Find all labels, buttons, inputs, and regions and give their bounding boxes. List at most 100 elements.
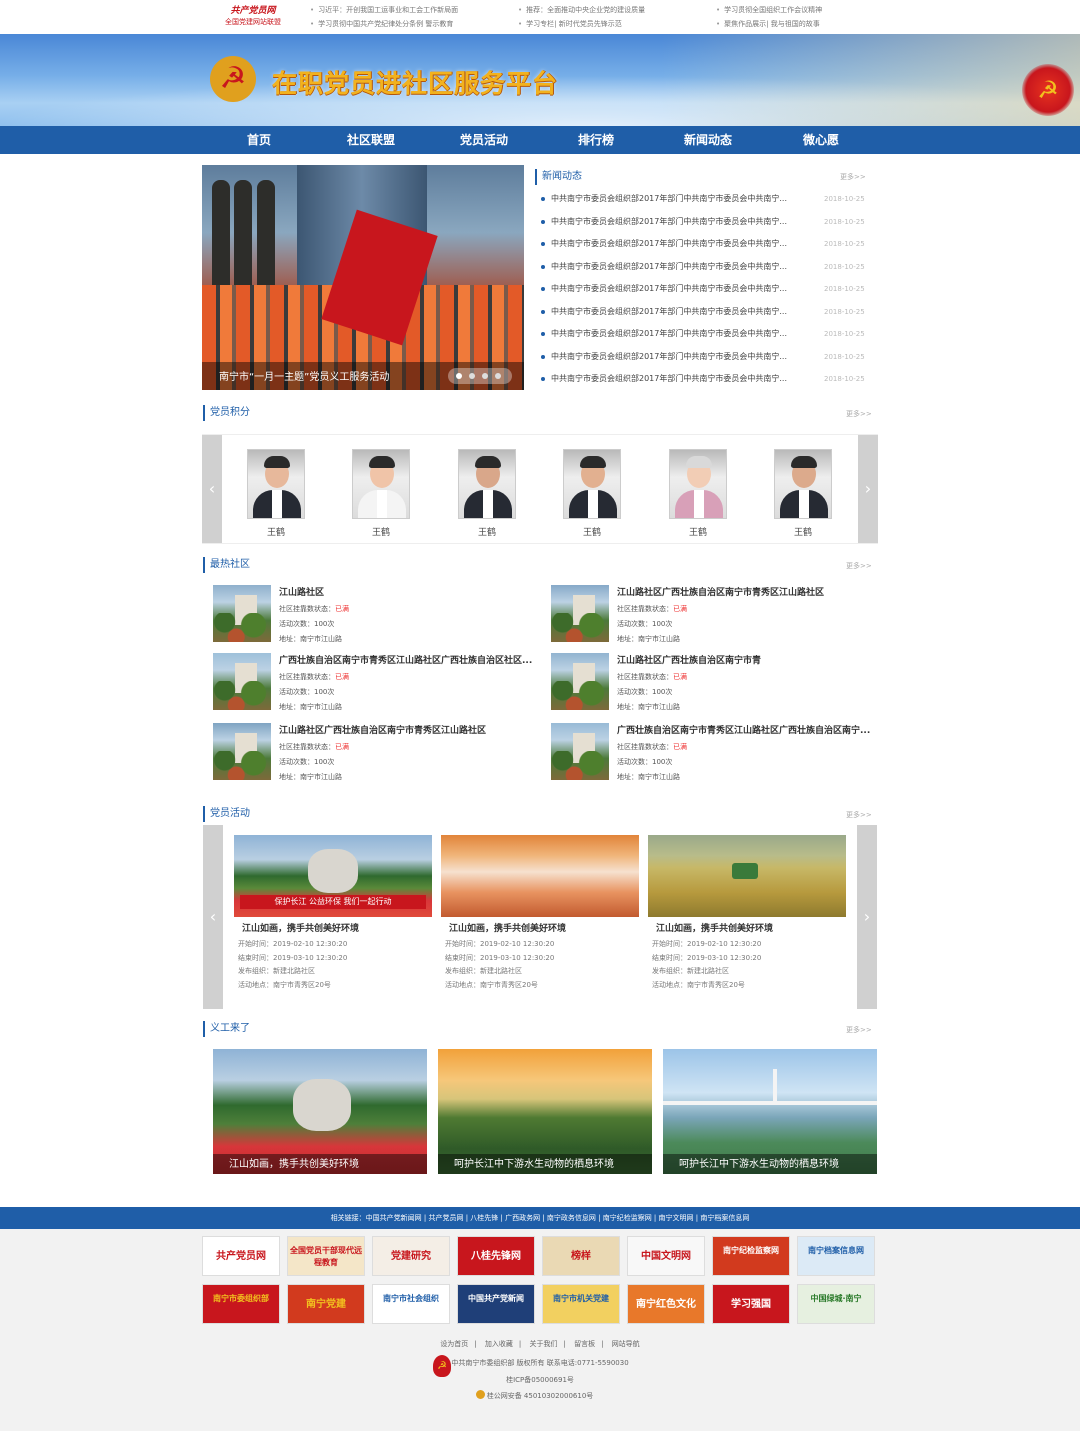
community-photo[interactable] xyxy=(213,585,271,642)
news-item[interactable]: 中共南宁市委员会组织部2017年部门中共南宁市委员会中共南宁... 2018-10… xyxy=(541,372,869,386)
slider-pagination[interactable] xyxy=(448,368,512,384)
volunteer-caption[interactable]: 呵护长江中下游水生动物的栖息环境 xyxy=(454,1155,614,1170)
activity-photo[interactable] xyxy=(648,835,846,917)
community-name[interactable]: 江山路社区广西壮族自治区南宁市青秀区江山路社区 xyxy=(279,723,533,736)
community-card[interactable]: 江山路社区广西壮族自治区南宁市青秀区江山路社区 社区挂靠数状态：已满 活动次数：10… xyxy=(551,585,871,647)
partner-logo[interactable]: 中国绿城·南宁 xyxy=(797,1284,875,1324)
community-photo[interactable] xyxy=(213,723,271,780)
news-more-link[interactable]: 更多>> xyxy=(840,172,866,182)
news-item-title[interactable]: 中共南宁市委员会组织部2017年部门中共南宁市委员会中共南宁... xyxy=(551,372,787,386)
activity-card[interactable]: 江山如画，携手共创美好环境 开始时间：2019-02-10 12:30:20 结束时… xyxy=(441,835,639,995)
slider-dot[interactable] xyxy=(482,373,488,379)
footer-link-sitemap[interactable]: 网站导航 xyxy=(612,1340,640,1348)
news-item[interactable]: 中共南宁市委员会组织部2017年部门中共南宁市委员会中共南宁... 2018-10… xyxy=(541,260,869,274)
member-photo[interactable] xyxy=(563,449,621,519)
top-news-link[interactable]: • 聚焦作品展示| 我与祖国的故事 xyxy=(716,18,820,31)
activity-photo[interactable] xyxy=(441,835,639,917)
news-item-title[interactable]: 中共南宁市委员会组织部2017年部门中共南宁市委员会中共南宁... xyxy=(551,282,787,296)
partner-logo[interactable]: 南宁红色文化 xyxy=(627,1284,705,1324)
activity-card[interactable]: 江山如画，携手共创美好环境 开始时间：2019-02-10 12:30:20 结束时… xyxy=(648,835,846,995)
community-name[interactable]: 江山路社区广西壮族自治区南宁市青 xyxy=(617,653,871,666)
community-name[interactable]: 广西壮族自治区南宁市青秀区江山路社区广西壮族自治区南宁... xyxy=(617,723,871,736)
community-photo[interactable] xyxy=(551,723,609,780)
partner-logo[interactable]: 学习强国 xyxy=(712,1284,790,1324)
community-card[interactable]: 广西壮族自治区南宁市青秀区江山路社区广西壮族自治区南宁... 社区挂靠数状态：已满… xyxy=(551,723,871,785)
community-name[interactable]: 江山路社区 xyxy=(279,585,533,598)
community-more-link[interactable]: 更多>> xyxy=(846,561,872,571)
partner-logo[interactable]: 八桂先锋网 xyxy=(457,1236,535,1276)
news-item[interactable]: 中共南宁市委员会组织部2017年部门中共南宁市委员会中共南宁... 2018-10… xyxy=(541,282,869,296)
points-more-link[interactable]: 更多>> xyxy=(846,409,872,419)
partner-logo[interactable]: 南宁党建 xyxy=(287,1284,365,1324)
activity-photo[interactable]: 保护长江 公益环保 我们一起行动 xyxy=(234,835,432,917)
partner-logo[interactable]: 南宁市委组织部 xyxy=(202,1284,280,1324)
photo-slider[interactable]: 南宁市“一月一主题”党员义工服务活动 xyxy=(202,165,524,390)
news-item[interactable]: 中共南宁市委员会组织部2017年部门中共南宁市委员会中共南宁... 2018-10… xyxy=(541,305,869,319)
community-card[interactable]: 江山路社区广西壮族自治区南宁市青 社区挂靠数状态：已满 活动次数：100次 地址：南宁… xyxy=(551,653,871,715)
slider-dot[interactable] xyxy=(469,373,475,379)
nav-item-ranking[interactable]: 排行榜 xyxy=(546,126,646,154)
top-news-link[interactable]: • 习近平：开创我国工运事业和工会工作新局面 xyxy=(310,4,458,17)
community-photo[interactable] xyxy=(551,585,609,642)
volunteer-more-link[interactable]: 更多>> xyxy=(846,1025,872,1035)
community-name[interactable]: 江山路社区广西壮族自治区南宁市青秀区江山路社区 xyxy=(617,585,871,598)
partner-logo[interactable]: 中国共产党新闻 xyxy=(457,1284,535,1324)
nav-item-home[interactable]: 首页 xyxy=(209,126,309,154)
news-item-title[interactable]: 中共南宁市委员会组织部2017年部门中共南宁市委员会中共南宁... xyxy=(551,327,787,341)
community-card[interactable]: 广西壮族自治区南宁市青秀区江山路社区广西壮族自治区社区... 社区挂靠数状态：已满… xyxy=(213,653,533,715)
volunteer-card[interactable]: 呵护长江中下游水生动物的栖息环境 xyxy=(438,1049,652,1174)
volunteer-card[interactable]: 江山如画，携手共创美好环境 xyxy=(213,1049,427,1174)
member-photo[interactable] xyxy=(352,449,410,519)
slider-dot[interactable] xyxy=(495,373,501,379)
footer-link-about[interactable]: 关于我们 xyxy=(530,1340,558,1348)
partner-logo[interactable]: 南宁市社会组织 xyxy=(372,1284,450,1324)
footer-link-guestbook[interactable]: 留言板 xyxy=(574,1340,595,1348)
top-news-link[interactable]: • 学习贯彻全国组织工作会议精神 xyxy=(716,4,822,17)
news-item-title[interactable]: 中共南宁市委员会组织部2017年部门中共南宁市委员会中共南宁... xyxy=(551,215,787,229)
news-item[interactable]: 中共南宁市委员会组织部2017年部门中共南宁市委员会中共南宁... 2018-10… xyxy=(541,327,869,341)
top-news-link[interactable]: • 推荐：全面推动中央企业党的建设质量 xyxy=(518,4,645,17)
news-item-title[interactable]: 中共南宁市委员会组织部2017年部门中共南宁市委员会中共南宁... xyxy=(551,260,787,274)
partner-logo[interactable]: 南宁纪检监察网 xyxy=(712,1236,790,1276)
top-news-link[interactable]: • 学习专栏| 新时代党员先锋示范 xyxy=(518,18,622,31)
partner-logo[interactable]: 党建研究 xyxy=(372,1236,450,1276)
community-name[interactable]: 广西壮族自治区南宁市青秀区江山路社区广西壮族自治区社区... xyxy=(279,653,533,666)
slider-dot[interactable] xyxy=(456,373,462,379)
footer-police-record[interactable]: 桂公网安备 45010302000610号 xyxy=(0,1391,1080,1401)
partner-logo[interactable]: 全国党员干部现代远程教育 xyxy=(287,1236,365,1276)
carousel-next-button[interactable]: › xyxy=(858,435,878,543)
member-photo[interactable] xyxy=(247,449,305,519)
partner-logo[interactable]: 南宁市机关党建 xyxy=(542,1284,620,1324)
carousel-prev-button[interactable]: ‹ xyxy=(202,435,222,543)
activity-title[interactable]: 江山如画，携手共创美好环境 xyxy=(449,921,566,934)
news-item-title[interactable]: 中共南宁市委员会组织部2017年部门中共南宁市委员会中共南宁... xyxy=(551,237,787,251)
nav-item-community[interactable]: 社区联盟 xyxy=(321,126,421,154)
footer-icp[interactable]: 桂ICP备05000691号 xyxy=(0,1375,1080,1385)
partner-logo[interactable]: 榜样 xyxy=(542,1236,620,1276)
news-item[interactable]: 中共南宁市委员会组织部2017年部门中共南宁市委员会中共南宁... 2018-10… xyxy=(541,192,869,206)
member-photo[interactable] xyxy=(458,449,516,519)
activity-card[interactable]: 保护长江 公益环保 我们一起行动 江山如画，携手共创美好环境 开始时间：2019-0… xyxy=(234,835,432,995)
site-logo[interactable]: 共产党员网 全国党建网站联盟 xyxy=(218,6,288,28)
news-item[interactable]: 中共南宁市委员会组织部2017年部门中共南宁市委员会中共南宁... 2018-10… xyxy=(541,350,869,364)
community-card[interactable]: 江山路社区广西壮族自治区南宁市青秀区江山路社区 社区挂靠数状态：已满 活动次数：10… xyxy=(213,723,533,785)
volunteer-card[interactable]: 呵护长江中下游水生动物的栖息环境 xyxy=(663,1049,877,1174)
partner-logo[interactable]: 共产党员网 xyxy=(202,1236,280,1276)
activities-prev-button[interactable]: ‹ xyxy=(203,825,223,1009)
footer-link-homepage[interactable]: 设为首页 xyxy=(440,1340,468,1348)
top-news-link[interactable]: • 学习贯彻中国共产党纪律处分条例 警示教育 xyxy=(310,18,453,31)
nav-item-activities[interactable]: 党员活动 xyxy=(434,126,534,154)
news-item-title[interactable]: 中共南宁市委员会组织部2017年部门中共南宁市委员会中共南宁... xyxy=(551,305,787,319)
partner-logo[interactable]: 中国文明网 xyxy=(627,1236,705,1276)
activities-next-button[interactable]: › xyxy=(857,825,877,1009)
partner-logo[interactable]: 南宁档案信息网 xyxy=(797,1236,875,1276)
nav-item-wishes[interactable]: 微心愿 xyxy=(771,126,871,154)
volunteer-caption[interactable]: 呵护长江中下游水生动物的栖息环境 xyxy=(679,1155,839,1170)
related-links-bar[interactable]: 相关链接：中国共产党新闻网 | 共产党员网 | 八桂先锋 | 广西政务网 | 南… xyxy=(0,1207,1080,1229)
activity-title[interactable]: 江山如画，携手共创美好环境 xyxy=(656,921,773,934)
activities-more-link[interactable]: 更多>> xyxy=(846,810,872,820)
member-photo[interactable] xyxy=(669,449,727,519)
footer-link-favorite[interactable]: 加入收藏 xyxy=(485,1340,513,1348)
news-item-title[interactable]: 中共南宁市委员会组织部2017年部门中共南宁市委员会中共南宁... xyxy=(551,350,787,364)
news-item[interactable]: 中共南宁市委员会组织部2017年部门中共南宁市委员会中共南宁... 2018-10… xyxy=(541,215,869,229)
